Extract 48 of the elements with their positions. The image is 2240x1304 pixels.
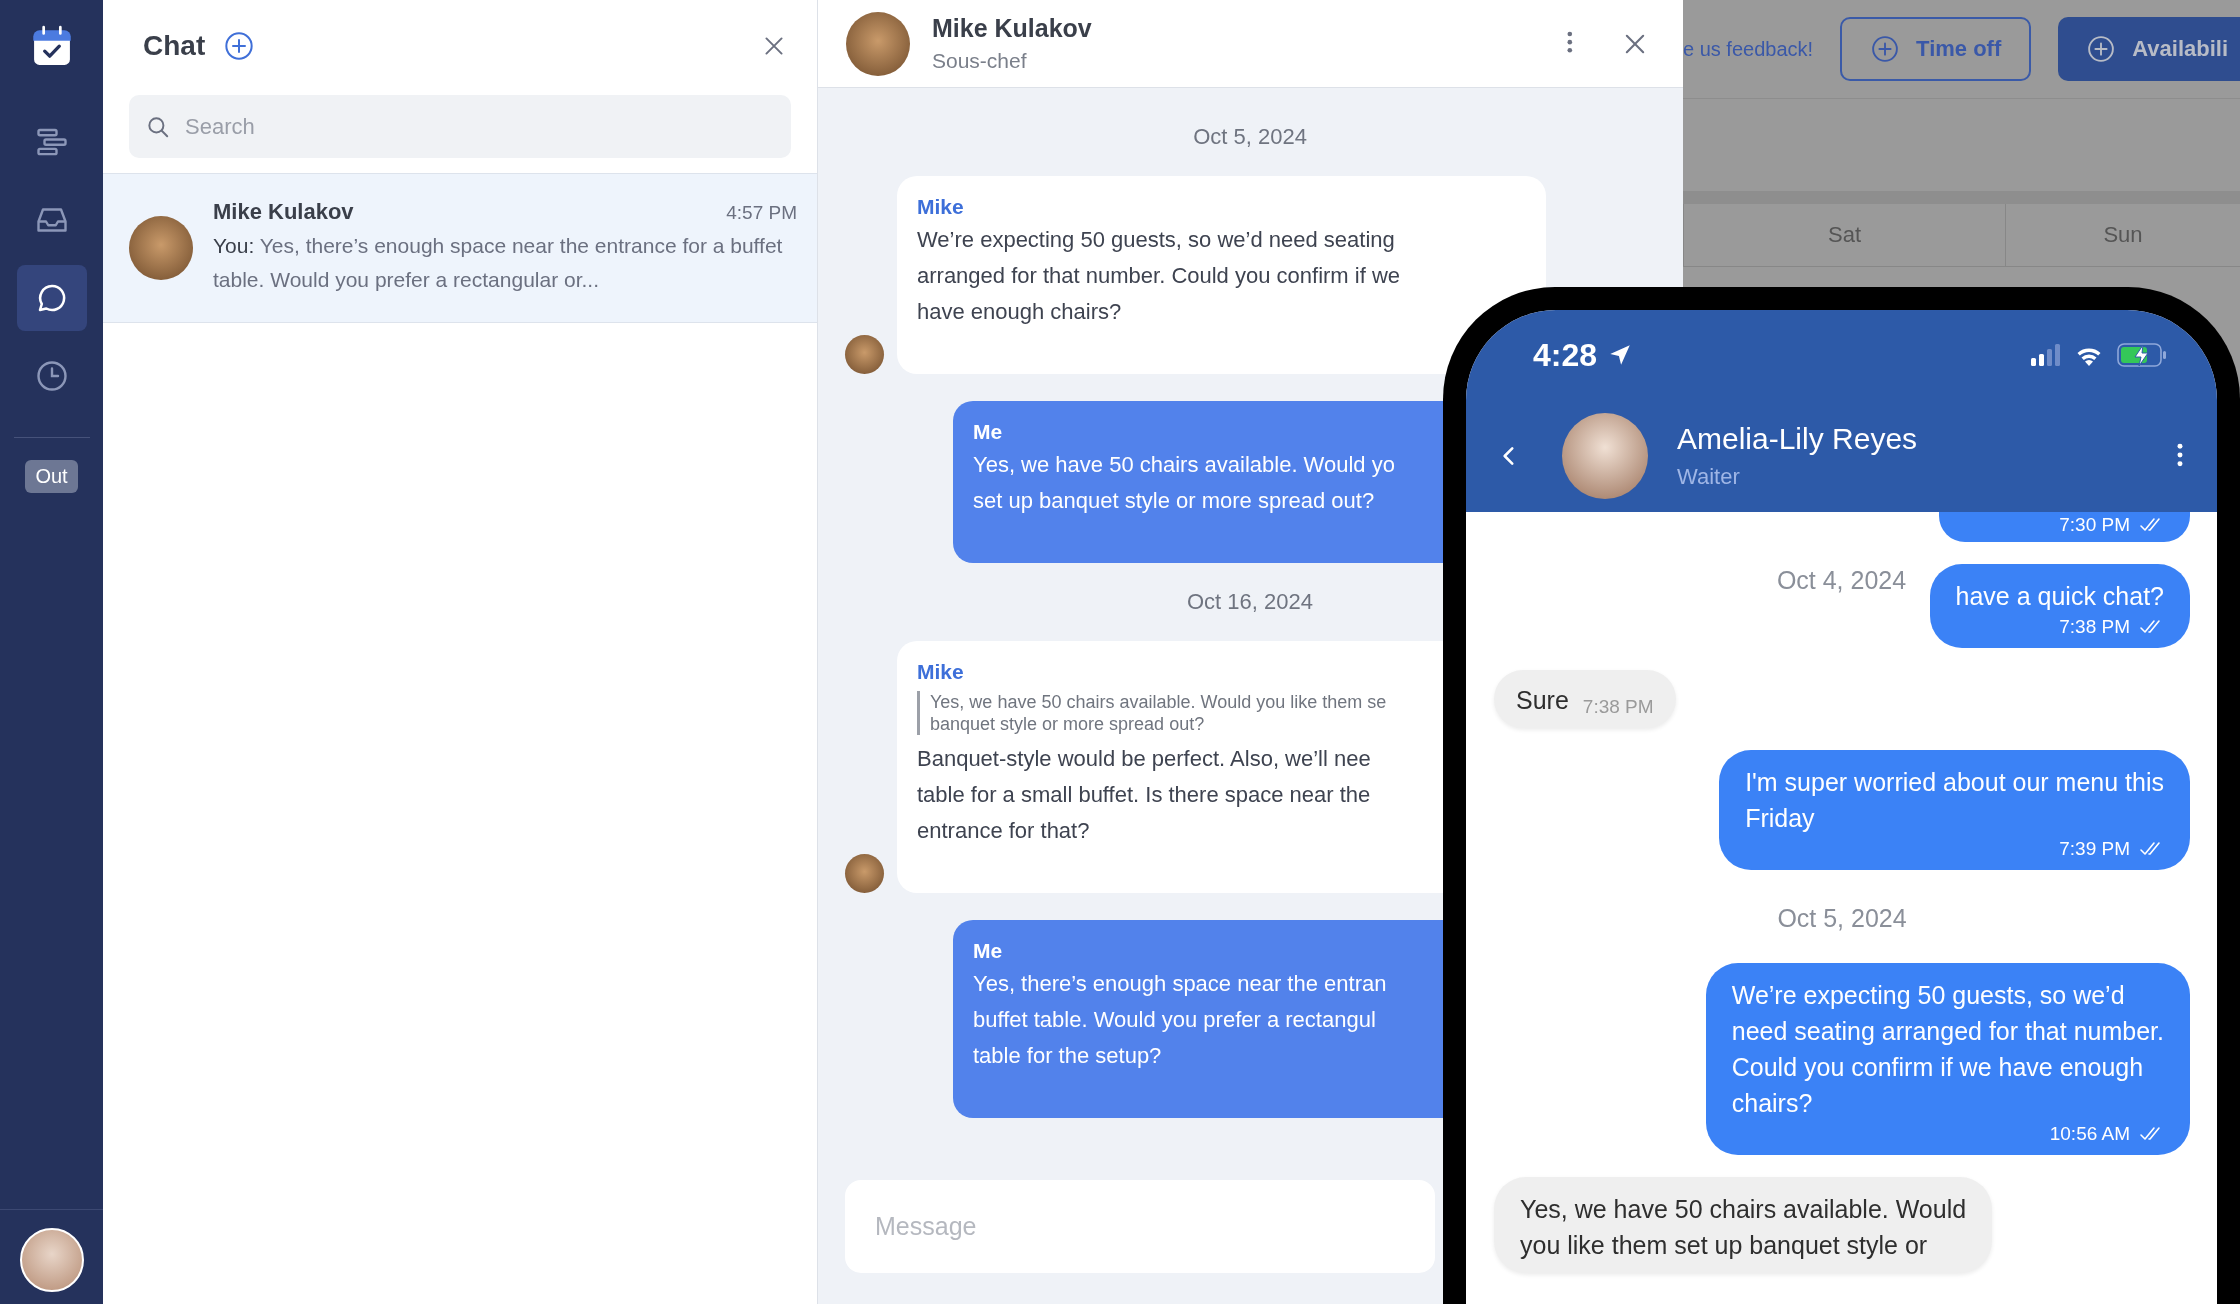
plus-circle-icon — [2086, 34, 2117, 64]
calendar-day-header: Sun — [2005, 204, 2240, 266]
sender-name: Me — [973, 938, 1004, 964]
search-input[interactable]: Search — [183, 112, 775, 141]
date-separator: Oct 5, 2024 — [1777, 904, 1907, 933]
sender-name: Mike — [917, 194, 965, 220]
contact-name: Mike Kulakov — [213, 199, 354, 225]
plus-circle-icon — [1870, 34, 1901, 64]
message-text: have a quick chat? — [1955, 581, 2164, 612]
message-text: I'm super worried about our menu this Friday — [1745, 767, 2164, 834]
availability-button[interactable]: Availabili — [2058, 17, 2240, 81]
calendar-day-header: Sat — [1683, 204, 2005, 266]
message-time: 7:39 PM — [2059, 838, 2130, 860]
time-off-button[interactable]: Time off — [1840, 17, 2032, 81]
message-time: 4:57 PM — [726, 202, 797, 224]
battery-charging-icon — [2117, 343, 2167, 367]
signal-icon — [2031, 344, 2061, 366]
contact-role: Waiter — [1677, 464, 1741, 490]
date-separator: Oct 16, 2024 — [1187, 589, 1313, 615]
message-text: Banquet-style would be perfect. Also, we’ll nee table for a small buffet. Is there space near the entrance for that? — [917, 745, 1371, 845]
contact-role: Sous-chef — [932, 49, 1028, 73]
status-clock: 4:28 — [1533, 336, 1598, 374]
message-time: 10:56 AM — [2049, 1123, 2130, 1145]
plus-circle-icon — [223, 30, 256, 62]
message-input[interactable]: Message — [873, 1211, 1407, 1242]
message-text: Yes, there’s enough space near the entran buffet table. Would you prefer a rectangul table for the setup? — [973, 970, 1387, 1070]
message-text: We’re expecting 50 guests, so we’d need seating arranged for that number. Could you confirm if we have enough chairs? — [1731, 980, 2164, 1119]
contact-avatar — [845, 335, 884, 374]
search-field[interactable]: Search — [129, 95, 791, 158]
nav-item[interactable] — [16, 265, 87, 331]
contact-avatar — [845, 854, 884, 893]
message-preview: You: Yes, there’s enough space near the entrance for a buffet table. Would you prefer a rectangular or... — [213, 233, 784, 293]
sender-name: Me — [973, 419, 1004, 445]
message-text: Yes, we have 50 chairs available. Would you like them set up banquet style or — [1520, 1194, 1967, 1261]
contact-name: Mike Kulakov — [932, 14, 1092, 43]
date-separator: Oct 5, 2024 — [1193, 124, 1307, 150]
message-field[interactable]: Message — [845, 1180, 1435, 1273]
feedback-link[interactable]: e us feedback! — [1683, 37, 1814, 61]
status-badge: Out — [25, 460, 78, 493]
conversation-item[interactable]: Mike Kulakov 4:57 PM You: Yes, there’s enough space near the entrance for a buffet table. Would you prefer a rectangular or... — [103, 173, 817, 323]
message-text: Yes, we have 50 chairs available. Would yo set up banquet style or more spread out? — [973, 451, 1395, 515]
sender-name: Mike — [917, 659, 965, 685]
panel-title: Chat — [143, 30, 206, 62]
message-time: 7:38 PM — [1582, 696, 1654, 718]
contact-name: Amelia-Lily Reyes — [1677, 422, 1918, 456]
message-time: 7:30 PM — [2059, 514, 2130, 536]
message-text: We’re expecting 50 guests, so we’d need seating arranged for that number. Could you confirm if we have enough chairs? — [917, 226, 1401, 326]
message-time: 7:38 PM — [2059, 616, 2130, 638]
